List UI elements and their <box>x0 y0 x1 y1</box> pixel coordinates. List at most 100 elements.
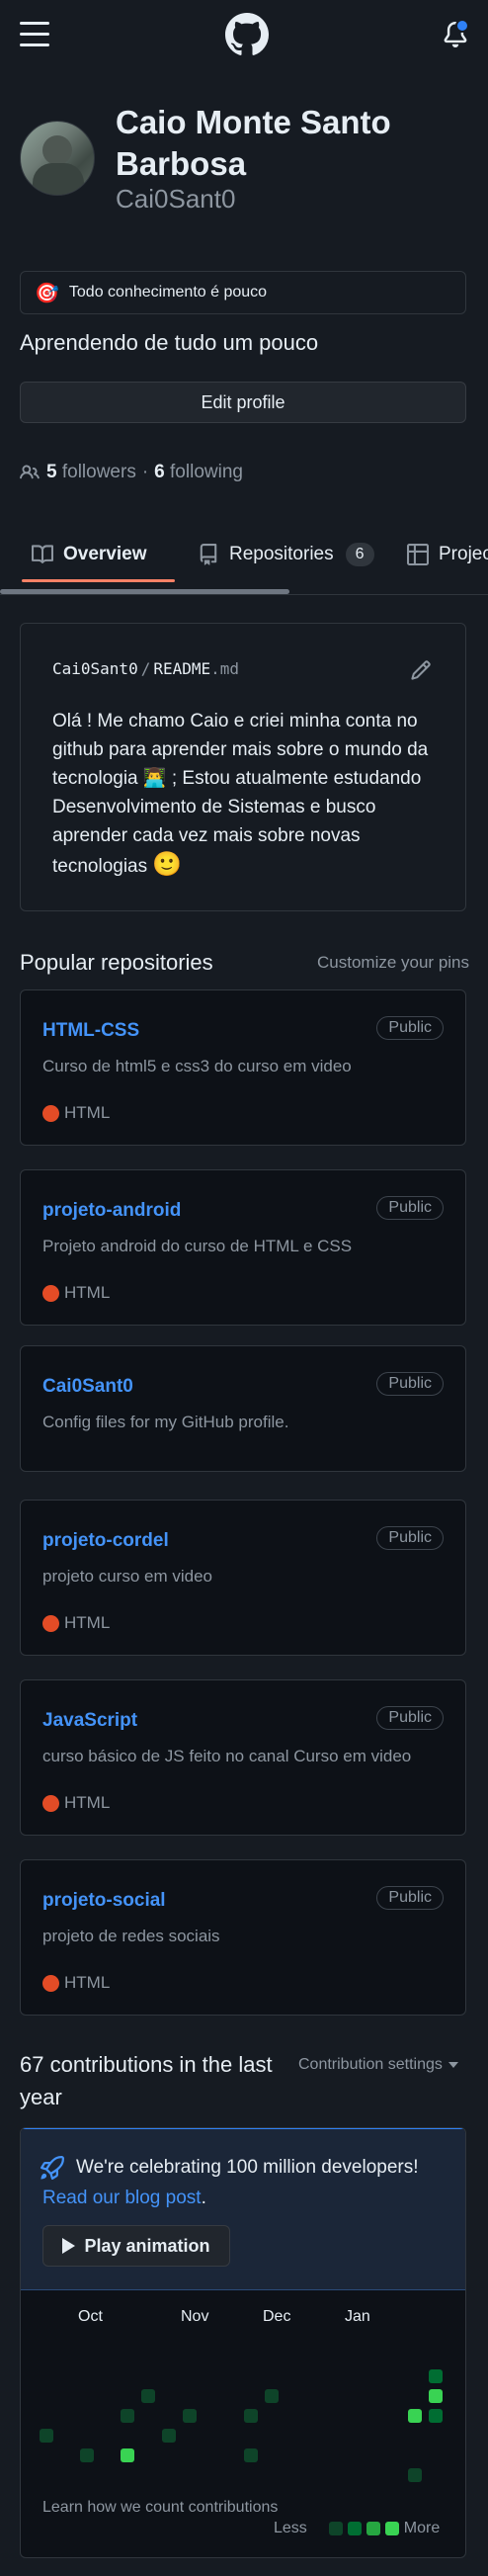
repo-language: HTML <box>42 1103 110 1123</box>
avatar[interactable] <box>20 121 95 196</box>
contributions-panel: We're celebrating 100 million developers… <box>20 2127 466 2558</box>
rocket-icon <box>41 2156 64 2180</box>
language-name: HTML <box>64 1793 111 1812</box>
language-name: HTML <box>64 1973 111 1992</box>
repo-name[interactable]: projeto-cordel <box>42 1530 169 1552</box>
contribution-day[interactable] <box>429 2389 443 2403</box>
contribution-day[interactable] <box>429 2369 443 2383</box>
language-dot <box>42 1614 59 1632</box>
tab-repositories[interactable]: Repositories 6 <box>198 538 374 571</box>
repo-name[interactable]: Cai0Sant0 <box>42 1376 133 1398</box>
tab-projects[interactable]: Projects <box>407 538 488 571</box>
visibility-badge: Public <box>376 1886 444 1910</box>
following-label: following <box>170 462 243 482</box>
tab-overview-underline <box>22 579 175 582</box>
repo-name[interactable]: JavaScript <box>42 1710 137 1732</box>
top-bar <box>0 0 488 71</box>
language-dot <box>42 1284 59 1302</box>
language-name: HTML <box>64 1613 111 1632</box>
repo-name[interactable]: projeto-social <box>42 1890 166 1912</box>
readme-content: Olá ! Me chamo Caio e criei minha conta … <box>52 707 447 881</box>
legend-less: Less <box>274 2520 307 2536</box>
month-labels: Oct Nov Dec Jan <box>21 2308 465 2330</box>
status-emoji: 🎯 <box>35 282 59 304</box>
contribution-day[interactable] <box>265 2389 279 2403</box>
status-text: Todo conhecimento é pouco <box>68 284 268 301</box>
contribution-day[interactable] <box>183 2409 197 2423</box>
play-animation-button[interactable]: Play animation <box>42 2225 230 2267</box>
contribution-settings-button[interactable]: Contribution settings <box>298 2056 458 2074</box>
tab-overview[interactable]: Overview <box>32 538 147 571</box>
legend: Less More <box>274 2520 440 2537</box>
caret-down-icon <box>447 2062 458 2068</box>
legend-more: More <box>403 2520 441 2536</box>
github-logo[interactable] <box>225 13 269 56</box>
legend-level <box>384 2522 399 2535</box>
readme-user[interactable]: Cai0Sant0 <box>52 659 138 678</box>
tab-overview-label: Overview <box>63 544 147 564</box>
repo-name[interactable]: projeto-android <box>42 1200 181 1222</box>
legend-level <box>347 2522 362 2535</box>
readme-ext: .md <box>210 659 240 678</box>
repositories-count-badge: 6 <box>345 543 374 566</box>
banner-text: We're celebrating 100 million developers… <box>76 2157 419 2178</box>
language-dot <box>42 1104 59 1122</box>
profile-tabs: Overview Repositories 6 Projects <box>0 514 488 595</box>
language-name: HTML <box>64 1103 111 1122</box>
profile-name-line1: Caio Monte Santo <box>116 104 391 140</box>
contribution-day[interactable] <box>162 2429 176 2443</box>
table-icon <box>407 544 429 565</box>
contribution-day[interactable] <box>121 2409 134 2423</box>
banner-link-line: Read our blog post. <box>42 2188 206 2209</box>
repo-description: Projeto android do curso de HTML e CSS <box>42 1237 353 1255</box>
hamburger-menu-icon[interactable] <box>20 22 49 47</box>
contribution-day[interactable] <box>408 2409 422 2423</box>
smile-emoji: 🙂 <box>152 851 183 878</box>
contributions-title-line1: 67 contributions in the last <box>20 2052 273 2077</box>
book-icon <box>32 545 53 563</box>
language-dot <box>42 1974 59 1992</box>
technologist-emoji: 👨‍💻 <box>142 768 167 789</box>
repo-name[interactable]: HTML-CSS <box>42 1020 139 1042</box>
following-count: 6 <box>154 462 165 482</box>
repo-description: projeto de redes sociais <box>42 1927 220 1945</box>
notification-indicator <box>455 19 469 33</box>
month-label: Jan <box>345 2308 370 2325</box>
month-label: Nov <box>181 2308 209 2325</box>
contribution-settings-label: Contribution settings <box>298 2056 443 2073</box>
banner-period: . <box>201 2188 206 2208</box>
repo-card: projeto-social Public projeto de redes s… <box>20 1859 466 2016</box>
tab-projects-label: Projects <box>439 544 488 564</box>
tabs-scrollbar[interactable] <box>0 589 289 594</box>
pencil-icon[interactable] <box>410 659 432 681</box>
contribution-day[interactable] <box>408 2468 422 2482</box>
following-link[interactable]: 6 following <box>154 462 243 483</box>
profile-name-line2: Barbosa <box>116 145 247 182</box>
edit-profile-button[interactable]: Edit profile <box>20 382 466 423</box>
contribution-day[interactable] <box>429 2409 443 2423</box>
visibility-badge: Public <box>376 1016 444 1040</box>
followers-link[interactable]: 5 followers <box>46 462 136 483</box>
contribution-day[interactable] <box>244 2448 258 2462</box>
visibility-badge: Public <box>376 1372 444 1396</box>
contribution-day[interactable] <box>141 2389 155 2403</box>
status-box[interactable]: 🎯 Todo conhecimento é pouco <box>20 271 466 314</box>
blog-post-link[interactable]: Read our blog post <box>42 2188 202 2208</box>
contribution-day[interactable] <box>121 2448 134 2462</box>
profile-bio: Aprendendo de tudo um pouco <box>20 330 319 355</box>
contribution-day[interactable] <box>80 2448 94 2462</box>
repo-description: projeto curso em video <box>42 1567 212 1586</box>
language-dot <box>42 1794 59 1812</box>
tab-repositories-label: Repositories <box>229 544 334 564</box>
followers-count: 5 <box>46 462 57 482</box>
customize-pins-link[interactable]: Customize your pins <box>317 953 469 973</box>
contribution-day[interactable] <box>40 2429 53 2443</box>
legend-level <box>328 2522 343 2535</box>
readme-slash: / <box>140 659 151 678</box>
learn-contributions-link[interactable]: Learn how we count contributions <box>42 2499 278 2517</box>
repo-language: HTML <box>42 1793 110 1813</box>
month-label: Dec <box>263 2308 291 2325</box>
follow-stats: 5 followers · 6 following <box>20 462 243 483</box>
readme-card: Cai0Sant0/README.md Olá ! Me chamo Caio … <box>20 623 466 911</box>
contribution-day[interactable] <box>244 2409 258 2423</box>
